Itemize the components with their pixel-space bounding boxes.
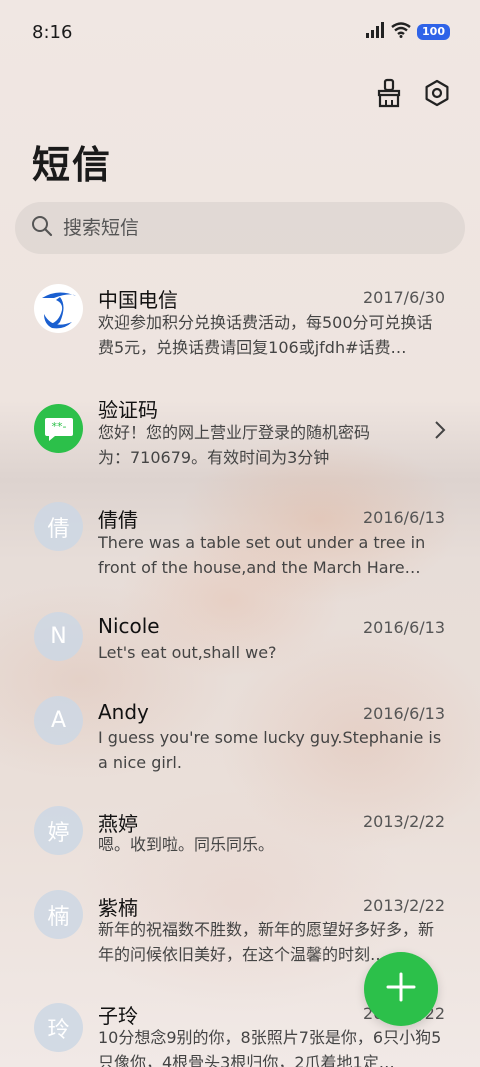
- contact-avatar: 婷: [34, 806, 83, 855]
- contact-name: 倩倩: [98, 508, 138, 532]
- clean-brush-icon[interactable]: [374, 78, 404, 108]
- message-preview: 10分想念9别的你，8张照片7张是你，6只小狗5只像你，4根骨头3根归你，2爪着…: [98, 1028, 442, 1067]
- message-preview: 欢迎参加积分兑换话费活动，每500分可兑换话费5元，兑换话费请回复106或jfd…: [98, 313, 433, 357]
- contact-avatar: A: [34, 696, 83, 745]
- message-preview: Let's eat out,shall we?: [98, 643, 277, 662]
- contact-avatar: 倩: [34, 502, 83, 551]
- compose-button[interactable]: [364, 952, 438, 1026]
- message-preview: There was a table set out under a tree i…: [98, 533, 426, 577]
- conversation-item[interactable]: 倩 倩倩 2016/6/13 There was a table set out…: [0, 490, 480, 600]
- svg-text:**-: **-: [51, 420, 66, 433]
- telecom-logo-avatar: [34, 284, 83, 333]
- contact-avatar: 楠: [34, 890, 83, 939]
- conversation-item[interactable]: 婷 燕婷 2013/2/22 嗯。收到啦。同乐同乐。: [0, 800, 480, 890]
- conversation-item[interactable]: N Nicole 2016/6/13 Let's eat out,shall w…: [0, 600, 480, 690]
- search-input[interactable]: [63, 217, 423, 239]
- contact-avatar: 玲: [34, 1003, 83, 1052]
- message-bubble-icon: **-: [34, 404, 83, 453]
- status-bar: 8:16 100: [0, 0, 480, 64]
- contact-name: 验证码: [98, 398, 158, 422]
- top-actions: [374, 78, 452, 108]
- message-preview: I guess you're some lucky guy.Stephanie …: [98, 728, 442, 772]
- settings-gear-icon[interactable]: [422, 78, 452, 108]
- message-date: 2013/2/22: [362, 812, 445, 831]
- search-bar[interactable]: [15, 202, 465, 254]
- message-date: 2016/6/13: [362, 704, 445, 723]
- message-preview: 您好！您的网上营业厅登录的随机密码为：710679。有效时间为3分钟: [98, 423, 371, 467]
- signal-icon: [365, 22, 385, 42]
- plus-icon: [385, 971, 417, 1007]
- conversation-item[interactable]: **- 验证码 您好！您的网上营业厅登录的随机密码为：710679。有效时间为3…: [0, 380, 480, 490]
- status-time: 8:16: [32, 22, 73, 43]
- message-date: 2017/6/30: [362, 288, 445, 307]
- conversation-item[interactable]: 中国电信 2017/6/30 欢迎参加积分兑换话费活动，每500分可兑换话费5元…: [0, 270, 480, 380]
- battery-indicator: 100: [417, 24, 450, 40]
- page-title: 短信: [32, 143, 113, 187]
- contact-name: 中国电信: [98, 288, 178, 312]
- contact-name: Andy: [98, 700, 149, 724]
- wifi-icon: [391, 22, 411, 42]
- search-icon: [31, 215, 53, 241]
- status-icons: 100: [365, 22, 450, 42]
- conversation-item[interactable]: A Andy 2016/6/13 I guess you're some luc…: [0, 690, 480, 800]
- contact-name: Nicole: [98, 614, 160, 638]
- chevron-right-icon[interactable]: [434, 420, 446, 444]
- contact-avatar: N: [34, 612, 83, 661]
- message-date: 2016/6/13: [362, 618, 445, 637]
- message-date: 2016/6/13: [362, 508, 445, 527]
- message-preview: 嗯。收到啦。同乐同乐。: [98, 835, 275, 854]
- message-date: 2013/2/22: [362, 896, 445, 915]
